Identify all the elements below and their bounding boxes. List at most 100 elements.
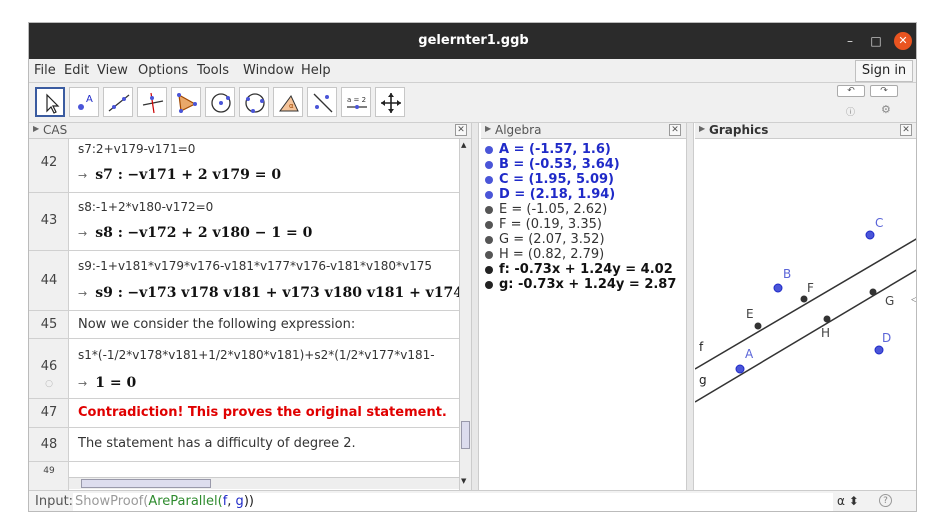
close-icon[interactable]: ✕ (894, 32, 912, 50)
cas-vertical-scrollbar[interactable]: ▲ ▼ (459, 139, 471, 490)
collapse-arrow-icon[interactable]: ▶ (33, 124, 39, 133)
point-a[interactable] (735, 364, 745, 374)
close-panel-icon[interactable]: ✕ (669, 124, 681, 136)
visibility-dot-icon[interactable] (485, 220, 493, 229)
cas-horizontal-scrollbar[interactable] (69, 477, 459, 489)
label-g: g (699, 373, 707, 387)
perpendicular-tool-button[interactable] (137, 87, 167, 117)
polygon-tool-button[interactable] (171, 87, 201, 117)
point-h[interactable] (823, 315, 831, 323)
collapse-arrow-icon[interactable]: ▶ (699, 124, 705, 133)
move-graphics-tool-button[interactable] (375, 87, 405, 117)
maximize-icon[interactable]: □ (867, 32, 885, 50)
cas-row[interactable]: 48 The statement has a difficulty of deg… (29, 428, 459, 462)
point-tool-button[interactable]: A (69, 87, 99, 117)
algebra-item[interactable]: F = (0.19, 3.35) (485, 217, 602, 232)
cas-row[interactable]: 47 Contradiction! This proves the origin… (29, 399, 459, 428)
input-label: Input: (35, 494, 74, 509)
label-f: f (699, 340, 704, 354)
panel-divider[interactable] (686, 123, 694, 490)
menu-view[interactable]: View (97, 63, 128, 78)
menu-file[interactable]: File (34, 63, 56, 78)
cas-text[interactable]: The statement has a difficulty of degree… (78, 436, 356, 451)
algebra-item[interactable]: A = (-1.57, 1.6) (485, 142, 611, 157)
scroll-thumb[interactable] (461, 421, 470, 449)
menu-edit[interactable]: Edit (64, 63, 89, 78)
visibility-dot-icon[interactable] (485, 205, 493, 214)
circle-three-points-tool-button[interactable] (239, 87, 269, 117)
cas-row[interactable]: 46 ○ s1*(-1/2*v178*v181+1/2*v180*v181)+s… (29, 339, 459, 399)
close-panel-icon[interactable]: ✕ (455, 124, 467, 136)
algebra-item[interactable]: H = (0.82, 2.79) (485, 247, 604, 262)
slider-tool-button[interactable]: a = 2 (341, 87, 371, 117)
algebra-item[interactable]: E = (-1.05, 2.62) (485, 202, 607, 217)
circle-center-tool-button[interactable] (205, 87, 235, 117)
cas-row[interactable]: 44 s9:-1+v181*v179*v176-v181*v177*v176-v… (29, 251, 459, 311)
algebra-item[interactable]: g: -0.73x + 1.24y = 2.87 (485, 277, 676, 292)
menu-options[interactable]: Options (138, 63, 188, 78)
scroll-thumb[interactable] (81, 479, 211, 488)
point-f[interactable] (800, 295, 808, 303)
row-number: 44 (29, 251, 69, 310)
visibility-dot-icon[interactable] (485, 145, 493, 154)
cas-text[interactable]: Now we consider the following expression… (78, 317, 355, 332)
scroll-down-icon[interactable]: ▼ (461, 477, 466, 485)
angle-tool-button[interactable]: α (273, 87, 303, 117)
gear-icon[interactable]: ⚙ (881, 103, 891, 116)
expand-arrow-icon[interactable]: ◁ (911, 295, 917, 305)
scroll-up-icon[interactable]: ▲ (461, 141, 466, 149)
sign-in-button[interactable]: Sign in (855, 60, 913, 82)
panel-divider[interactable] (471, 123, 479, 490)
cas-input[interactable]: s8:-1+2*v180-v172=0 (78, 200, 213, 214)
menu-window[interactable]: Window (243, 63, 294, 78)
visibility-dot-icon[interactable] (485, 235, 493, 244)
cas-row[interactable]: 42 s7:2+v179-v171=0 → s7 : −v171 + 2 v179… (29, 139, 459, 193)
move-cross-icon (381, 93, 401, 113)
visibility-dot-icon[interactable] (485, 190, 493, 199)
reflect-tool-button[interactable] (307, 87, 337, 117)
graphics-canvas[interactable]: f g A B C D E F G H ◁ (695, 139, 917, 490)
alpha-icon: α (837, 494, 845, 508)
visibility-dot-icon[interactable] (485, 280, 493, 289)
cas-row[interactable]: 43 s8:-1+2*v180-v172=0 → s8 : −v172 + 2 v… (29, 193, 459, 251)
point-c[interactable] (865, 230, 875, 240)
close-panel-icon[interactable]: ✕ (900, 124, 912, 136)
visibility-dot-icon[interactable] (485, 160, 493, 169)
graphics-view[interactable]: f g A B C D E F G H ◁ (695, 139, 917, 490)
cas-input[interactable]: s1*(-1/2*v178*v181+1/2*v180*v181)+s2*(1/… (78, 348, 435, 362)
cas-input[interactable]: s7:2+v179-v171=0 (78, 142, 195, 156)
point-e[interactable] (754, 322, 762, 330)
point-g[interactable] (869, 288, 877, 296)
undo-icon[interactable]: ↶ (837, 85, 865, 97)
line-tool-button[interactable] (103, 87, 133, 117)
algebra-item[interactable]: G = (2.07, 3.52) (485, 232, 605, 247)
menu-tools[interactable]: Tools (197, 63, 229, 78)
minimize-icon[interactable]: – (841, 32, 859, 50)
move-tool-button[interactable] (35, 87, 65, 117)
redo-icon[interactable]: ↷ (870, 85, 898, 97)
row-number: 49 (29, 462, 69, 490)
collapse-arrow-icon[interactable]: ▶ (485, 124, 491, 133)
help-icon[interactable]: ⓘ (846, 105, 855, 118)
symbol-keyboard-button[interactable]: α ⬍ (837, 494, 859, 508)
row-number: 46 ○ (29, 339, 69, 398)
cas-text[interactable]: Contradiction! This proves the original … (78, 405, 447, 420)
visibility-dot-icon[interactable] (485, 265, 493, 274)
visibility-dot-icon[interactable] (485, 175, 493, 184)
cas-row[interactable]: 45 Now we consider the following express… (29, 311, 459, 339)
algebra-item[interactable]: C = (1.95, 5.09) (485, 172, 614, 187)
line-f[interactable] (695, 238, 917, 370)
menu-help[interactable]: Help (301, 63, 331, 78)
algebra-header: ▶ Algebra ✕ (481, 123, 686, 139)
help-icon[interactable]: ? (879, 494, 892, 507)
algebra-item[interactable]: D = (2.18, 1.94) (485, 187, 615, 202)
algebra-item[interactable]: B = (-0.53, 3.64) (485, 157, 620, 172)
point-d[interactable] (874, 345, 884, 355)
app-window: gelernter1.ggb – □ ✕ File Edit View Opti… (28, 22, 917, 512)
input-field[interactable]: ShowProof(AreParallel(f, g)) (73, 493, 833, 511)
point-b[interactable] (773, 283, 783, 293)
cas-input[interactable]: s9:-1+v181*v179*v176-v181*v177*v176-v181… (78, 259, 432, 273)
visibility-dot-icon[interactable] (485, 250, 493, 259)
algebra-item[interactable]: f: -0.73x + 1.24y = 4.02 (485, 262, 673, 277)
command-text: AreParallel( (148, 494, 223, 509)
